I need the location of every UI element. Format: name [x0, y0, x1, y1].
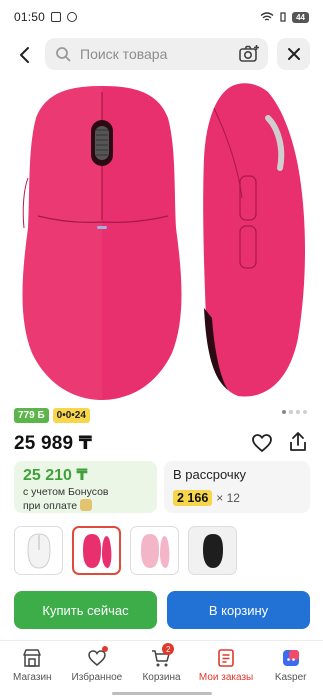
bonus-offer-card[interactable]: 25 210 ₸ с учетом Бонусов при оплате — [14, 461, 157, 513]
heart-icon[interactable] — [250, 431, 274, 455]
buy-now-button[interactable]: Купить сейчас — [14, 591, 157, 629]
nav-label-cart: Корзина — [142, 672, 181, 683]
search-placeholder: Поиск товара — [80, 46, 168, 62]
installment-title: В рассрочку — [173, 467, 247, 482]
installment-row: 2 166 × 12 — [173, 490, 301, 506]
product-gallery[interactable] — [0, 78, 323, 406]
product-price: 25 989 ₸ — [14, 432, 93, 454]
nav-item-cart[interactable]: 2 Корзина — [129, 641, 194, 688]
variant-pink[interactable] — [72, 526, 121, 575]
installment-offer-card[interactable]: В рассрочку 2 166 × 12 — [164, 461, 310, 513]
mouse-thumbnail-white — [26, 532, 51, 569]
bottom-navigation: Магазин Избранное 2 Корзина Мои заказы K… — [0, 640, 323, 688]
nav-label-kasper: Kasper — [274, 672, 307, 683]
close-button[interactable] — [277, 38, 310, 70]
purchase-actions: Купить сейчас В корзину — [14, 591, 310, 629]
nav-label-orders: Мои заказы — [198, 672, 254, 683]
pagination-dot — [282, 410, 286, 414]
pagination-dot — [303, 410, 307, 414]
search-input[interactable]: Поиск товара — [45, 38, 268, 70]
notification-icon — [67, 12, 78, 22]
mouse-thumbnail-pink — [82, 533, 111, 568]
wifi-icon — [260, 12, 274, 21]
orders-icon — [218, 649, 234, 667]
nav-item-kasper[interactable]: Kasper — [258, 641, 323, 688]
bonus-line2: при оплате — [23, 500, 78, 512]
nav-label-favorites: Избранное — [71, 672, 123, 683]
favorites-dot — [101, 646, 108, 652]
add-to-cart-button[interactable]: В корзину — [167, 591, 310, 629]
pagination-dot — [289, 410, 293, 414]
status-time: 01:50 — [14, 10, 46, 24]
nav-item-orders[interactable]: Мои заказы — [194, 641, 259, 688]
pagination-dot — [296, 410, 300, 414]
search-icon — [56, 47, 71, 62]
installment-badge: 0•0•24 — [52, 408, 90, 423]
product-screen: 01:50 44 Поиск товара 779 Б 0•0•24 25 98… — [0, 0, 323, 700]
installment-amount: 2 166 — [173, 490, 213, 506]
product-image-top-view[interactable] — [10, 78, 195, 406]
bonus-price: 25 210 ₸ — [23, 467, 88, 484]
status-bar: 01:50 44 — [0, 0, 323, 34]
product-image-side-view[interactable] — [198, 78, 316, 406]
nav-item-shop[interactable]: Магазин — [0, 641, 65, 688]
variant-black[interactable] — [188, 526, 237, 575]
mouse-thumbnail-light-pink — [140, 533, 169, 568]
share-icon[interactable] — [286, 430, 310, 454]
kasper-assistant-icon — [282, 650, 299, 666]
chevron-left-icon — [20, 47, 29, 63]
nav-label-shop: Магазин — [13, 672, 52, 683]
promo-badges: 779 Б 0•0•24 — [14, 408, 90, 423]
bonus-line2-row: при оплате — [23, 499, 148, 513]
color-variants — [14, 526, 237, 575]
store-icon — [23, 649, 42, 667]
bonus-badge: 779 Б — [14, 408, 49, 423]
nav-item-favorites[interactable]: Избранное — [65, 641, 130, 688]
bonus-coin-icon — [80, 499, 93, 511]
installment-multiplier: × 12 — [216, 491, 240, 505]
camera-search-icon[interactable] — [238, 43, 260, 65]
price-row: 25 989 ₸ — [14, 430, 310, 456]
battery-indicator: 44 — [292, 11, 309, 23]
back-button[interactable] — [12, 42, 38, 68]
search-row: Поиск товара — [0, 38, 323, 72]
close-icon — [287, 48, 300, 60]
gallery-pagination — [282, 410, 307, 414]
mouse-thumbnail-black — [202, 533, 223, 568]
bonus-line1: с учетом Бонусов — [23, 486, 109, 498]
variant-white[interactable] — [14, 526, 63, 575]
vibrate-icon — [280, 12, 286, 22]
home-indicator[interactable] — [112, 692, 212, 695]
variant-light-pink[interactable] — [130, 526, 179, 575]
screenshot-icon — [51, 12, 62, 22]
